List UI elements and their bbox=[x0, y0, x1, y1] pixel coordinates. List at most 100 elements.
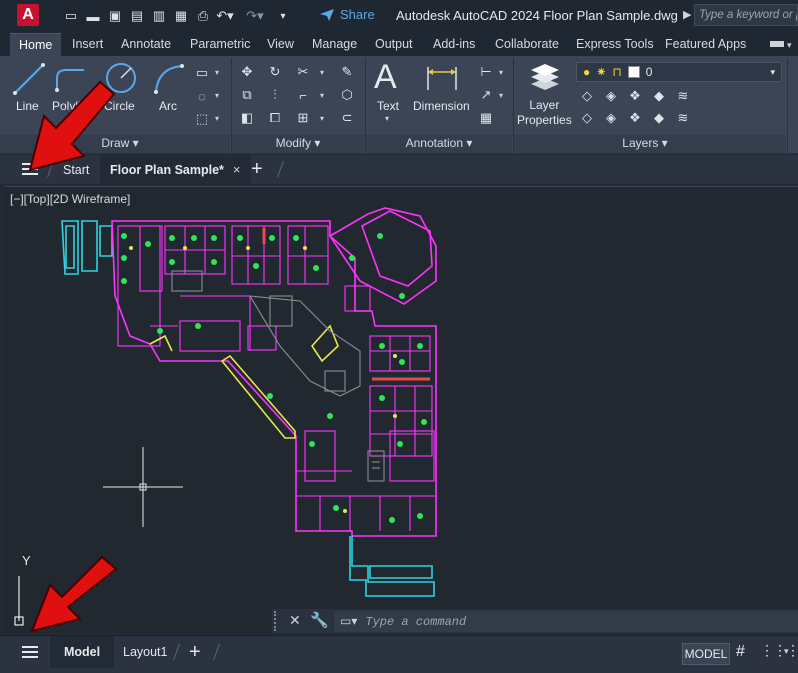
menu-icon[interactable] bbox=[22, 646, 38, 658]
web-open-icon[interactable]: ▥ bbox=[148, 5, 170, 27]
new-icon[interactable]: ▭ bbox=[60, 5, 82, 27]
line-label[interactable]: Line bbox=[16, 99, 39, 113]
command-input[interactable]: ▭▾ Type a command bbox=[334, 611, 798, 632]
chevron-down-icon[interactable]: ▾ bbox=[320, 68, 324, 77]
chevron-down-icon[interactable]: ▾ bbox=[320, 91, 324, 100]
chevron-down-icon[interactable]: ▾ bbox=[320, 114, 324, 123]
copy-icon[interactable]: ⧉ bbox=[238, 87, 256, 103]
tab-insert[interactable]: Insert bbox=[72, 33, 103, 56]
table-draw-icon[interactable]: ⬚ bbox=[193, 111, 211, 127]
modify-panel-title[interactable]: Modify ▾ bbox=[262, 136, 334, 152]
stretch-icon[interactable]: ◧ bbox=[238, 110, 256, 126]
grip-icon[interactable] bbox=[274, 611, 284, 631]
chevron-down-icon[interactable]: ▾ bbox=[787, 40, 792, 51]
layer-tool-icon[interactable]: ❖ bbox=[626, 88, 644, 104]
tab-layout1[interactable]: Layout1 bbox=[123, 636, 167, 668]
chevron-down-icon[interactable]: ▾ bbox=[385, 114, 389, 123]
layer-dropdown[interactable]: ● ✷ ⊓ 0 ▾ bbox=[576, 62, 782, 82]
dimension-icon[interactable] bbox=[425, 64, 459, 94]
close-icon[interactable]: ✕ bbox=[289, 612, 301, 629]
add-tab-icon[interactable]: + bbox=[251, 155, 263, 184]
tab-featured-apps[interactable]: Featured Apps bbox=[665, 33, 746, 56]
table-icon[interactable]: ▦ bbox=[477, 110, 495, 126]
scale-icon[interactable]: ⧠ bbox=[266, 110, 284, 126]
mirror-icon[interactable]: ⫶ bbox=[266, 87, 284, 103]
ribbon-minimize-icon[interactable] bbox=[770, 41, 784, 47]
annotation-panel-title[interactable]: Annotation ▾ bbox=[396, 136, 482, 152]
search-input[interactable]: Type a keyword or phrase bbox=[694, 4, 798, 26]
chevron-down-icon[interactable]: ▾ bbox=[784, 646, 789, 657]
circle-icon[interactable] bbox=[104, 61, 138, 95]
tab-add-ins[interactable]: Add-ins bbox=[433, 33, 475, 56]
arc-label[interactable]: Arc bbox=[159, 99, 177, 113]
close-icon[interactable]: × bbox=[233, 162, 241, 177]
tab-express-tools[interactable]: Express Tools bbox=[576, 33, 654, 56]
chevron-down-icon[interactable]: ▾ bbox=[215, 68, 219, 77]
layer-properties-icon[interactable] bbox=[528, 60, 562, 94]
share-button[interactable]: Share bbox=[319, 7, 375, 22]
leader-icon[interactable]: ↗ bbox=[477, 87, 495, 103]
chevron-down-icon[interactable]: ▾ bbox=[215, 114, 219, 123]
layer-tool-icon[interactable]: ◈ bbox=[602, 110, 620, 126]
circle-label[interactable]: Circle bbox=[104, 99, 135, 113]
rectangle-icon[interactable]: ▭ bbox=[193, 65, 211, 81]
layer-tool-icon[interactable]: ≋ bbox=[674, 110, 692, 126]
tab-output[interactable]: Output bbox=[375, 33, 413, 56]
layer-tool-icon[interactable]: ◇ bbox=[578, 88, 596, 104]
undo-icon[interactable]: ↶▾ bbox=[214, 5, 236, 27]
chevron-down-icon[interactable]: ▾ bbox=[499, 68, 503, 77]
save-as-icon[interactable]: ▤ bbox=[126, 5, 148, 27]
tab-parametric[interactable]: Parametric bbox=[190, 33, 250, 56]
save-icon[interactable]: ▣ bbox=[104, 5, 126, 27]
arc-icon[interactable] bbox=[152, 62, 186, 96]
tab-view[interactable]: View bbox=[267, 33, 294, 56]
plot-icon[interactable]: ⎙ bbox=[192, 5, 214, 27]
add-layout-icon[interactable]: + bbox=[189, 636, 201, 668]
autocad-logo-icon[interactable]: A bbox=[17, 4, 39, 26]
wrench-icon[interactable]: 🔧 bbox=[310, 611, 329, 629]
text-label[interactable]: Text bbox=[377, 99, 399, 113]
redo-icon[interactable]: ↷▾ bbox=[244, 5, 266, 27]
tab-start[interactable]: Start bbox=[63, 155, 89, 184]
layer-tool-icon[interactable]: ◆ bbox=[650, 110, 668, 126]
move-icon[interactable]: ✥ bbox=[238, 64, 256, 80]
grid-icon[interactable]: # bbox=[736, 643, 745, 661]
chevron-down-icon[interactable]: ▾ bbox=[215, 91, 219, 100]
offset-icon[interactable]: ⊂ bbox=[338, 110, 356, 126]
tab-collaborate[interactable]: Collaborate bbox=[495, 33, 559, 56]
hatch-icon[interactable]: ◌ bbox=[193, 88, 211, 104]
layer-properties-label[interactable]: Layer Properties bbox=[517, 98, 572, 128]
linear-dimension-icon[interactable]: ⊢ bbox=[477, 64, 495, 80]
layer-tool-icon[interactable]: ❖ bbox=[626, 110, 644, 126]
layer-tool-icon[interactable]: ≋ bbox=[674, 88, 692, 104]
model-space-button[interactable]: MODEL bbox=[682, 643, 730, 665]
polyline-icon[interactable] bbox=[54, 64, 88, 94]
text-icon[interactable]: A bbox=[374, 58, 397, 97]
layers-panel-title[interactable]: Layers ▾ bbox=[610, 136, 680, 152]
chevron-right-icon[interactable]: ▶ bbox=[683, 8, 691, 21]
tab-floor-plan-sample[interactable]: Floor Plan Sample* × bbox=[100, 155, 251, 184]
explode-icon[interactable]: ⬡ bbox=[338, 87, 356, 103]
menu-icon[interactable] bbox=[22, 163, 38, 175]
fillet-icon[interactable]: ⌐ bbox=[294, 87, 312, 103]
tab-manage[interactable]: Manage bbox=[312, 33, 357, 56]
tab-model[interactable]: Model bbox=[50, 636, 115, 668]
tab-home[interactable]: Home bbox=[10, 33, 62, 56]
layer-tool-icon[interactable]: ◆ bbox=[650, 88, 668, 104]
tab-annotate[interactable]: Annotate bbox=[121, 33, 171, 56]
snap-icon[interactable]: ⋮⋮⋮ bbox=[760, 642, 798, 659]
customize-icon[interactable]: ▾ bbox=[272, 5, 294, 27]
rotate-icon[interactable]: ↻ bbox=[266, 64, 284, 80]
chevron-down-icon[interactable]: ▾ bbox=[499, 91, 503, 100]
polyline-label[interactable]: Polyline bbox=[52, 99, 94, 113]
layer-tool-icon[interactable]: ◈ bbox=[602, 88, 620, 104]
erase-icon[interactable]: ✎ bbox=[338, 64, 356, 80]
web-save-icon[interactable]: ▦ bbox=[170, 5, 192, 27]
line-icon[interactable] bbox=[12, 62, 46, 96]
draw-panel-title[interactable]: Draw ▾ bbox=[90, 136, 150, 152]
trim-icon[interactable]: ✂ bbox=[294, 64, 312, 80]
array-icon[interactable]: ⊞ bbox=[294, 110, 312, 126]
dimension-label[interactable]: Dimension bbox=[413, 99, 470, 113]
layer-tool-icon[interactable]: ◇ bbox=[578, 110, 596, 126]
open-icon[interactable]: ▬ bbox=[82, 5, 104, 27]
